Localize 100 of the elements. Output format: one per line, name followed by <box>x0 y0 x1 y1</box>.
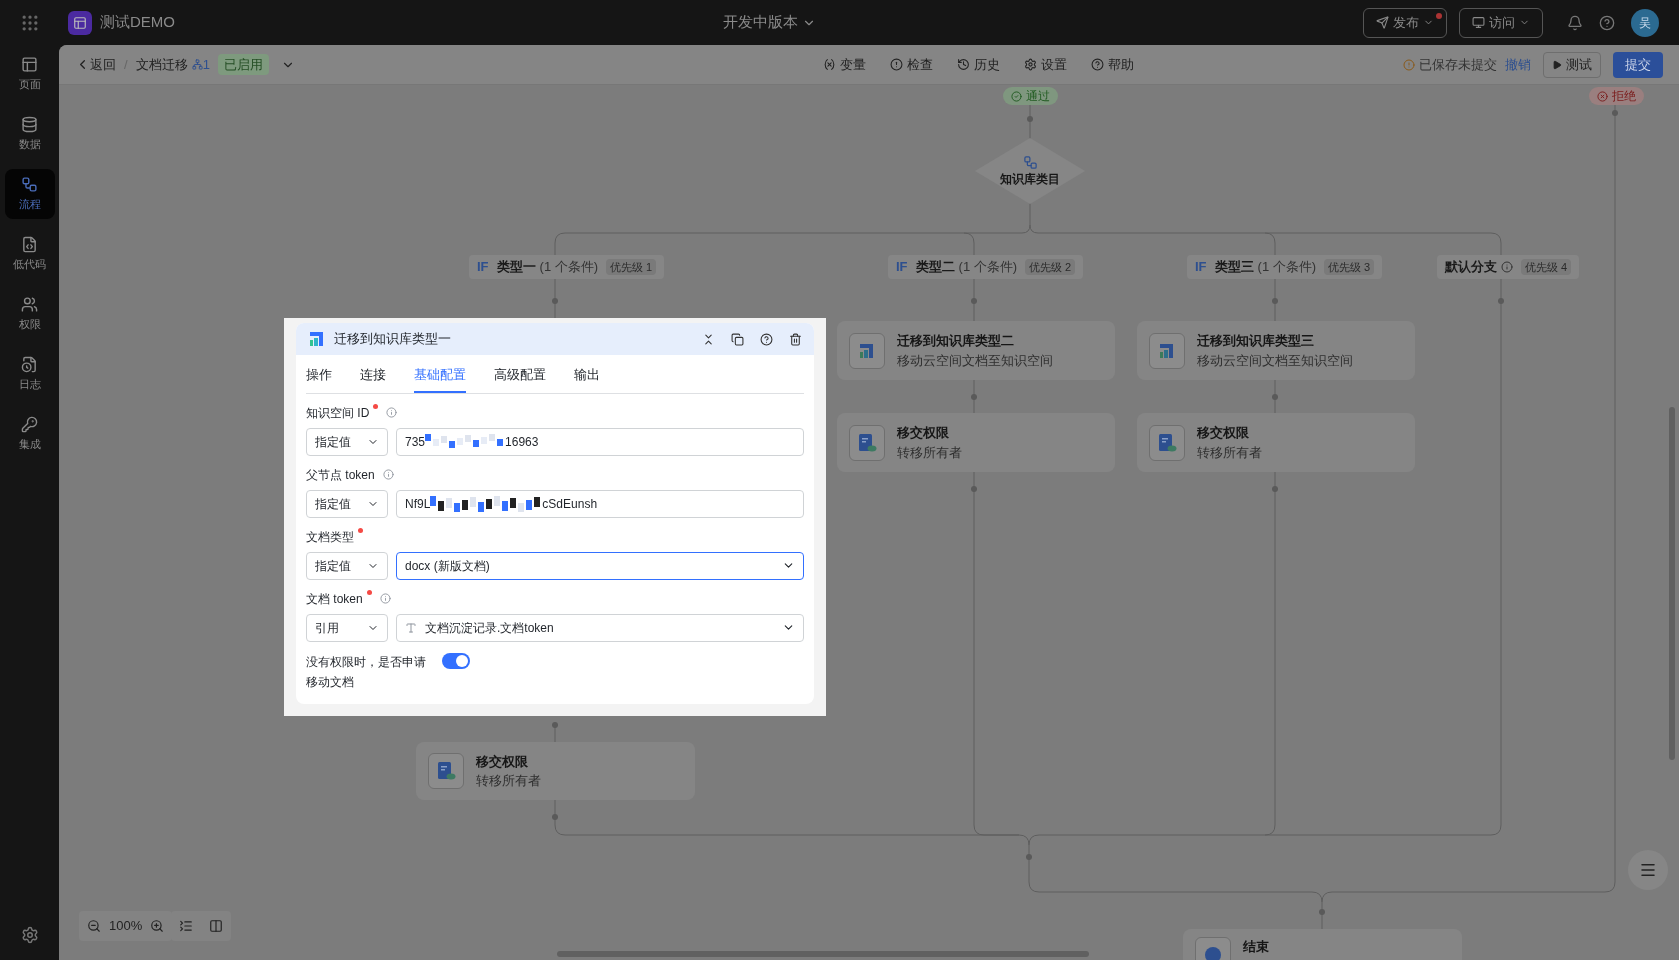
submit-button[interactable]: 提交 <box>1613 51 1663 78</box>
toggle-switch[interactable] <box>442 652 470 669</box>
value-start: Nf9L <box>405 495 431 513</box>
publish-button[interactable]: 发布 <box>1363 7 1447 38</box>
result-tag: 拒绝 <box>1589 87 1644 105</box>
node-title: 迁移到知识库类型三 <box>1197 332 1315 350</box>
mode-select[interactable]: 指定值 <box>306 427 388 456</box>
selected-value: docx (新版文档) <box>405 557 491 575</box>
panel-tab[interactable]: 基础配置 <box>414 355 466 393</box>
toolbar-action[interactable]: 历史 <box>957 54 1001 75</box>
reference-value: 文档沉淀记录.文档token <box>425 619 555 637</box>
copy-icon[interactable] <box>731 332 744 346</box>
branch-name: 类型一 <box>496 258 536 277</box>
warning-icon <box>1403 58 1415 71</box>
flow-node-card[interactable]: 移交权限 转移所有者 <box>416 742 695 800</box>
value-select[interactable]: docx (新版文档) <box>396 551 804 580</box>
branch-name: 默认分支 <box>1445 258 1497 277</box>
priority-tag: 优先级 2 <box>1025 258 1076 276</box>
zoom-out-icon[interactable] <box>87 919 101 933</box>
help-icon[interactable] <box>760 332 773 346</box>
variable-icon <box>823 58 837 71</box>
settings-icon[interactable] <box>20 926 39 944</box>
condition-count: (1 个条件) <box>1257 258 1317 277</box>
sidebar-item[interactable]: 低代码 <box>4 229 55 279</box>
delete-icon[interactable] <box>789 332 802 346</box>
toolbar-action[interactable]: 设置 <box>1024 54 1068 75</box>
panel-tab[interactable]: 操作 <box>306 355 332 393</box>
zoom-in-icon[interactable] <box>150 919 165 933</box>
branch-label[interactable]: 默认分支 优先级 4 <box>1437 255 1580 279</box>
user-avatar[interactable]: 吴 <box>1631 8 1659 37</box>
condition-count: (1 个条件) <box>539 258 599 277</box>
panel-tab[interactable]: 输出 <box>574 355 600 393</box>
code-icon <box>21 235 38 253</box>
back-link[interactable]: 返回 <box>75 54 116 75</box>
field-label: 文档类型 <box>306 528 354 546</box>
key-icon <box>21 415 38 433</box>
flow-node-card[interactable]: 移交权限 转移所有者 <box>1137 413 1415 472</box>
sidebar-item[interactable]: 数据 <box>4 109 55 159</box>
toolbar-action[interactable]: 检查 <box>890 54 934 75</box>
value-input[interactable]: 735 16963 <box>396 427 804 456</box>
toolbar-action[interactable]: 帮助 <box>1091 54 1135 75</box>
zoom-level: 100% <box>109 917 143 936</box>
test-button[interactable]: 测试 <box>1543 51 1601 78</box>
version-dropdown[interactable]: 开发中版本 <box>722 11 816 34</box>
gateway-title: 知识库类目 <box>1000 170 1060 188</box>
end-icon <box>1205 947 1221 960</box>
sidebar-item[interactable]: 集成 <box>4 409 55 459</box>
history-icon <box>957 58 971 71</box>
app-name: 测试DEMO <box>100 12 175 33</box>
field-label: 文档 token <box>306 590 363 608</box>
play-icon <box>1552 59 1562 70</box>
if-label: IF <box>1195 258 1207 277</box>
field-label: 知识空间 ID <box>306 404 370 422</box>
check-circle-icon <box>1011 90 1022 102</box>
monitor-icon <box>1472 16 1485 29</box>
priority-tag: 优先级 3 <box>1324 258 1375 276</box>
toolbar-action[interactable]: 变量 <box>823 54 867 75</box>
branch-name: 类型三 <box>1214 258 1254 277</box>
visit-button[interactable]: 访问 <box>1459 7 1543 38</box>
version-icon <box>191 59 203 70</box>
value-select[interactable]: 文档沉淀记录.文档token <box>396 613 804 642</box>
flow-node-card[interactable]: 迁移到知识库类型二 移动云空间文档至知识空间 <box>837 321 1115 380</box>
vertical-scrollbar[interactable] <box>1669 407 1675 760</box>
x-circle-icon <box>1597 90 1608 102</box>
gateway-node[interactable]: 知识库类目 <box>975 138 1085 204</box>
status-tag: 已启用 <box>217 53 269 76</box>
node-title: 迁移到知识库类型二 <box>897 332 1015 350</box>
end-node-card[interactable]: 结束 <box>1183 929 1462 960</box>
sidebar-item[interactable]: 流程 <box>4 169 55 219</box>
panel-tab[interactable]: 高级配置 <box>494 355 546 393</box>
branch-label[interactable]: IF 类型二 (1 个条件) 优先级 2 <box>888 255 1084 279</box>
sidebar-item[interactable]: 页面 <box>4 49 55 99</box>
app-logo-icon <box>68 10 92 35</box>
menu-icon <box>1639 861 1657 879</box>
panel-tab[interactable]: 连接 <box>360 355 386 393</box>
sidebar-item[interactable]: 日志 <box>4 349 55 399</box>
flow-icon <box>21 175 38 193</box>
mode-select[interactable]: 指定值 <box>306 489 388 518</box>
mode-select[interactable]: 引用 <box>306 613 388 642</box>
collapse-icon[interactable] <box>179 919 193 933</box>
flow-node-card[interactable]: 迁移到知识库类型三 移动云空间文档至知识空间 <box>1137 321 1415 380</box>
sidebar-item[interactable]: 权限 <box>4 289 55 339</box>
if-label: IF <box>896 258 908 277</box>
horizontal-scrollbar[interactable] <box>557 951 1089 957</box>
branch-label[interactable]: IF 类型一 (1 个条件) 优先级 1 <box>469 255 665 279</box>
notification-icon[interactable] <box>1567 14 1583 31</box>
panel-title: 迁移到知识库类型一 <box>334 330 451 349</box>
menu-button[interactable] <box>1628 850 1668 890</box>
collapse-icon[interactable] <box>702 332 715 346</box>
data-icon <box>21 115 38 133</box>
result-tag: 通过 <box>1003 87 1058 105</box>
branch-label[interactable]: IF 类型三 (1 个条件) 优先级 3 <box>1187 255 1383 279</box>
node-subtitle: 移动云空间文档至知识空间 <box>1197 351 1353 370</box>
if-label: IF <box>477 258 489 277</box>
value-input[interactable]: Nf9L cSdEunsh <box>396 489 804 518</box>
users-icon <box>21 295 38 313</box>
breadcrumb-title: 文档迁移 <box>135 55 188 74</box>
mode-select[interactable]: 指定值 <box>306 551 388 580</box>
node-title: 移交权限 <box>476 752 529 771</box>
flow-node-card[interactable]: 移交权限 转移所有者 <box>837 413 1115 472</box>
